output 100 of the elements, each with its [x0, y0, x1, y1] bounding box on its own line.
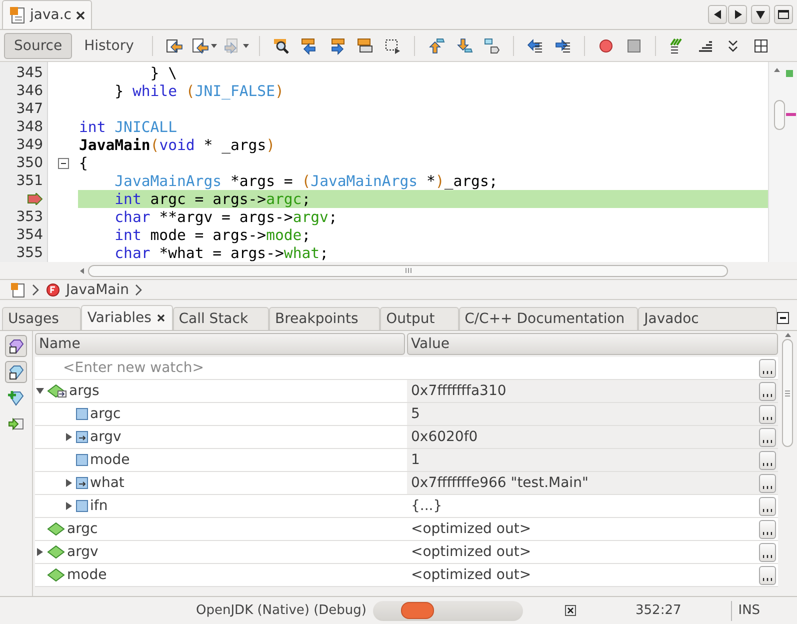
more-button[interactable]	[759, 474, 776, 492]
variable-name: args	[69, 383, 100, 399]
collapsed-icon[interactable]	[65, 432, 73, 440]
line-number: 347	[16, 101, 43, 117]
status-icon	[786, 70, 793, 77]
variable-value: <optimized out>	[411, 544, 532, 560]
variable-value: 1	[411, 452, 421, 468]
scroll-thumb[interactable]	[774, 100, 785, 130]
scroll-right-button[interactable]	[728, 5, 747, 24]
breadcrumb-item[interactable]: JavaMain	[66, 282, 129, 298]
panel-tab[interactable]: Usages	[2, 307, 82, 330]
panel-tab[interactable]: Javadoc	[638, 307, 778, 330]
watch-button[interactable]	[5, 335, 27, 357]
pointer-field-icon	[76, 431, 88, 443]
busy-pill	[400, 602, 434, 619]
more-button[interactable]	[759, 520, 776, 538]
variable-value: <optimized out>	[411, 567, 532, 583]
marker-icon	[786, 113, 796, 116]
variable-value: 0x7fffffffa310	[411, 383, 508, 399]
ellipsis-icon	[763, 440, 772, 442]
gem-icon	[8, 338, 24, 354]
collapsed-icon[interactable]	[65, 502, 73, 510]
more-button[interactable]	[759, 450, 776, 470]
variable-icon	[47, 522, 65, 536]
watch-button[interactable]	[5, 361, 27, 383]
code-line: int mode = args->mode;	[114, 226, 312, 244]
close-icon[interactable]	[564, 605, 576, 616]
panel-tab[interactable]: Call Stack	[172, 307, 269, 330]
collapsed-icon[interactable]	[36, 548, 44, 556]
expanded-icon[interactable]	[36, 386, 44, 394]
tab-label: Output	[386, 311, 435, 327]
left-triangle-icon	[714, 10, 722, 19]
variable-name: mode	[90, 452, 130, 468]
more-button[interactable]	[759, 358, 776, 378]
panel-tab[interactable]: Breakpoints	[268, 307, 380, 330]
minimize-button[interactable]	[777, 312, 789, 324]
panel-tab[interactable]: C/C++ Documentation	[458, 307, 638, 330]
variable-icon	[47, 545, 65, 559]
more-button[interactable]	[759, 496, 776, 516]
ellipsis-icon	[763, 578, 772, 580]
view-tab[interactable]: History	[74, 32, 144, 58]
column-header[interactable]: Value	[407, 333, 778, 355]
file-tab[interactable]: java.c	[2, 0, 92, 29]
ellipsis-icon	[763, 370, 772, 374]
gem-icon	[8, 364, 24, 380]
scroll-left-button[interactable]	[708, 5, 727, 24]
tab-label: Call Stack	[178, 311, 248, 327]
panel-tab[interactable]: Output	[380, 307, 459, 330]
ellipsis-icon	[763, 416, 772, 420]
view-tab[interactable]: Source	[4, 32, 72, 58]
more-button[interactable]	[759, 542, 776, 562]
ellipsis-icon	[763, 508, 772, 512]
more-button[interactable]	[759, 566, 776, 584]
arrow-in-icon	[8, 417, 24, 431]
shift-right-icon	[554, 36, 572, 54]
c-file-icon	[10, 282, 26, 298]
grip-icon	[785, 390, 790, 396]
function-icon	[46, 282, 60, 296]
search-icon	[272, 36, 290, 54]
dropdown-button[interactable]	[751, 5, 770, 24]
variable-value: 0x6020f0	[411, 429, 479, 445]
minimize-icon	[780, 317, 786, 319]
new-watch-input[interactable]: <Enter new watch>	[63, 360, 363, 376]
find-previous-icon	[300, 36, 318, 54]
fold-icon[interactable]	[58, 158, 68, 168]
pointer-field-icon	[76, 477, 88, 489]
close-button[interactable]	[76, 10, 86, 20]
add-gem-icon	[8, 390, 24, 406]
panel-tab[interactable]: Variables	[81, 305, 173, 330]
more-button[interactable]	[759, 404, 776, 424]
window-icon	[778, 10, 789, 19]
line-number: 351	[16, 173, 43, 189]
line-number: 348	[16, 119, 43, 135]
new-watch-field[interactable]: <Enter new watch>	[35, 357, 778, 380]
ellipsis-icon	[763, 554, 772, 558]
tab-label: Usages	[8, 311, 59, 327]
variable-name: ifn	[90, 498, 108, 514]
close-icon	[157, 314, 166, 322]
close-button[interactable]	[157, 314, 166, 322]
tab-label: C/C++ Documentation	[464, 311, 625, 327]
more-button[interactable]	[759, 382, 776, 400]
column-header[interactable]: Name	[35, 333, 405, 355]
caret-icon	[242, 44, 249, 48]
code-line: {	[78, 154, 89, 172]
collapsed-icon[interactable]	[65, 478, 73, 486]
tab-label: Javadoc	[644, 311, 699, 327]
variable-name: argc	[67, 521, 98, 537]
line-number: 353	[16, 209, 43, 225]
code-line: int JNICALL	[78, 118, 178, 136]
horizontal-scrollbar[interactable]	[88, 264, 728, 276]
ellipsis-icon	[763, 532, 772, 534]
scroll-thumb[interactable]	[782, 339, 793, 447]
maximize-button[interactable]	[774, 5, 793, 24]
line-number: 355	[16, 245, 43, 261]
close-icon	[76, 10, 86, 20]
more-button[interactable]	[759, 428, 776, 446]
variable-icon	[47, 568, 65, 582]
code-line: char **argv = args->argv;	[114, 208, 338, 226]
variable-value: 5	[411, 406, 421, 422]
grid-icon	[752, 36, 770, 54]
